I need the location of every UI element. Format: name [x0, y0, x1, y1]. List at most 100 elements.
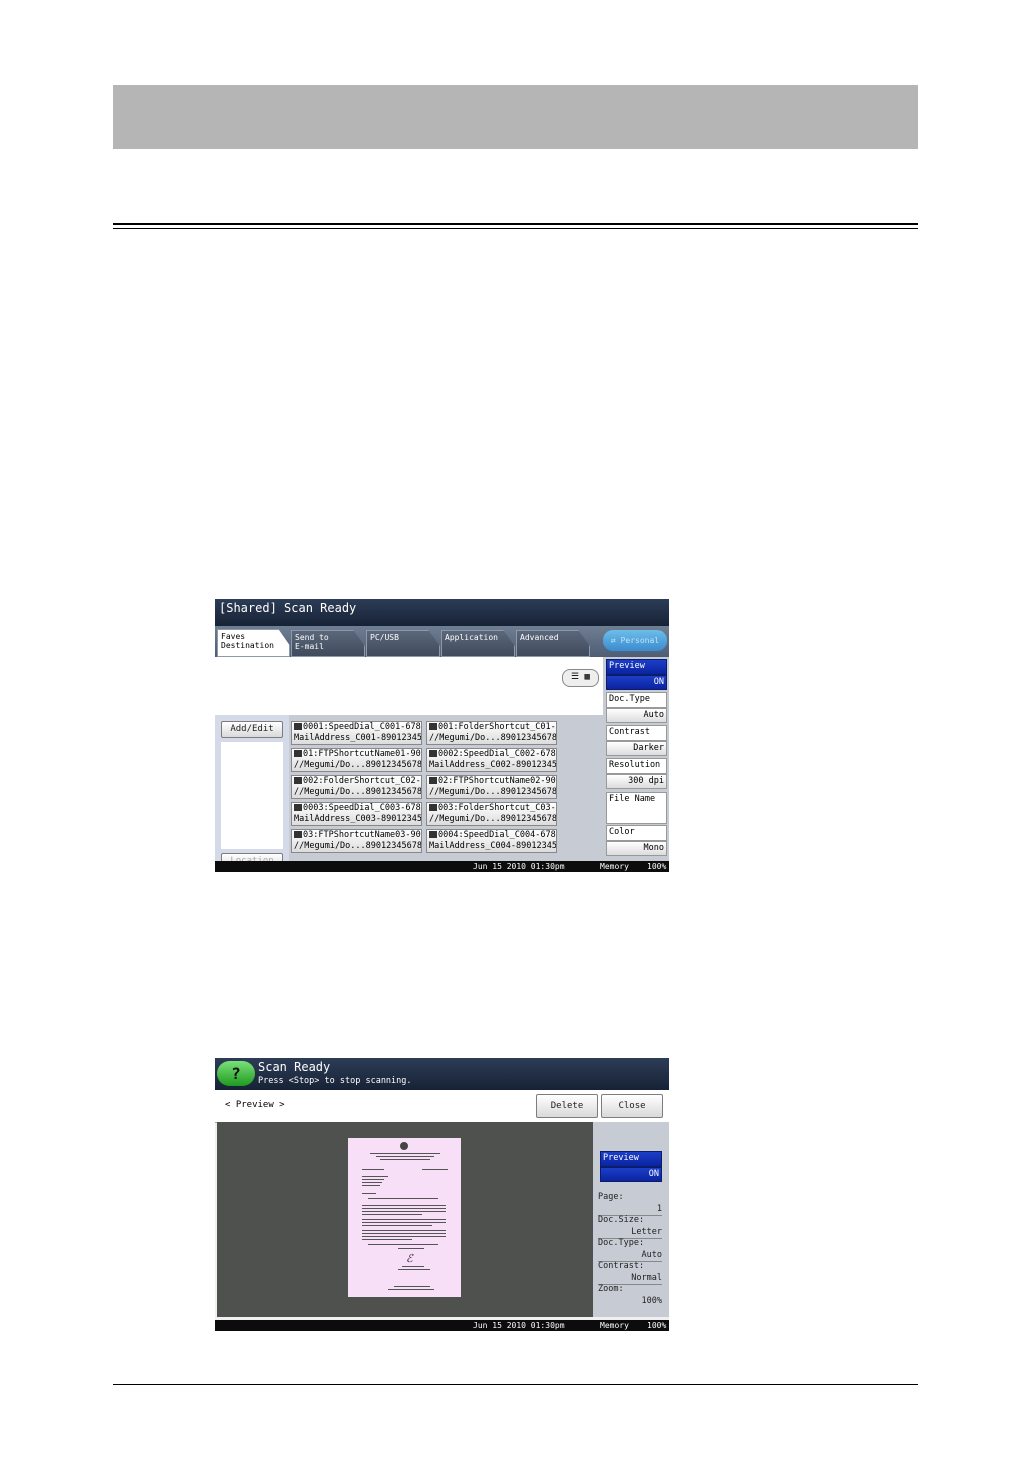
status-datetime: Jun 15 2010 01:30pm [473, 862, 565, 871]
preview-info-panel: Preview ON Page: 1 Doc.Size: Letter Doc.… [593, 1122, 669, 1317]
destination-address: //Megumi/Do...89012345678 [294, 760, 422, 770]
switch-arrows-icon: ⇄ [610, 636, 616, 645]
destination-item[interactable]: 003:FolderShortcut_C03-//Megumi/Do...890… [426, 802, 557, 826]
preview-setting-value[interactable]: ON [606, 675, 667, 690]
selected-destinations-box [221, 742, 283, 849]
destination-address: //Megumi/Do...89012345678 [294, 787, 422, 797]
screen-title: Scan Ready [258, 1060, 331, 1074]
delete-button[interactable]: Delete [536, 1094, 598, 1118]
scanned-page-thumbnail: ℰ [348, 1138, 461, 1297]
email-icon [429, 750, 437, 757]
destination-item[interactable]: 001:FolderShortcut_C01-//Megumi/Do...890… [426, 721, 557, 745]
memory-label: Memory [600, 1321, 629, 1330]
close-button[interactable]: Close [601, 1094, 663, 1118]
destination-name: 02:FTPShortcutName02-90 [438, 776, 556, 786]
destination-name: 0004:SpeedDial_C004-678 [438, 830, 556, 840]
tab-bar: Faves Destination Send to E-mail PC/USB … [215, 626, 669, 657]
destination-name: 03:FTPShortcutName03-90 [303, 830, 421, 840]
tab-advanced[interactable]: Advanced [516, 630, 590, 657]
contrast-setting-label[interactable]: Contrast [606, 725, 667, 741]
doc-size-value: Letter [631, 1227, 662, 1237]
section-divider [113, 223, 918, 225]
resolution-setting-value[interactable]: 300 dpi [606, 774, 667, 789]
destination-item[interactable]: 01:FTPShortcutName01-90//Megumi/Do...890… [291, 748, 422, 772]
folder-icon [429, 723, 437, 730]
contrast-value: Normal [631, 1273, 662, 1283]
preview-header: < Preview > Delete Close [215, 1090, 669, 1123]
destination-name: 0003:SpeedDial_C003-678 [303, 803, 421, 813]
status-bar: Jun 15 2010 01:30pm Memory 100% [215, 1320, 669, 1331]
preview-setting-label[interactable]: Preview [606, 659, 667, 675]
chapter-header-band [113, 85, 918, 149]
list-view-icon[interactable]: ☰ [571, 672, 579, 682]
folder-icon [429, 804, 437, 811]
zoom-value: 100% [641, 1296, 662, 1306]
doc-type-setting-label[interactable]: Doc.Type [606, 692, 667, 708]
memory-value: 100% [647, 862, 667, 871]
resolution-setting-label[interactable]: Resolution [606, 758, 667, 774]
contrast-setting-value[interactable]: Darker [606, 741, 667, 756]
email-icon [294, 804, 302, 811]
destination-item[interactable]: 0003:SpeedDial_C003-678 MailAddress_C003-… [291, 802, 422, 826]
destination-address: //Megumi/Do...89012345678 [429, 787, 557, 797]
help-button[interactable]: ? [217, 1061, 255, 1086]
screen-subtitle: Press <Stop> to stop scanning. [258, 1076, 412, 1086]
destination-name: 003:FolderShortcut_C03- [438, 803, 556, 813]
doc-size-label: Doc.Size: [598, 1215, 645, 1225]
destination-item[interactable]: 0002:SpeedDial_C002-678 MailAddress_C002-… [426, 748, 557, 772]
doc-type-value: Auto [641, 1250, 662, 1260]
view-toggle[interactable]: ☰ ▦ [562, 669, 599, 687]
preview-toggle-value[interactable]: ON [600, 1167, 662, 1182]
destination-item[interactable]: 0004:SpeedDial_C004-678 MailAddress_C004-… [426, 829, 557, 853]
ftp-icon [429, 777, 437, 784]
screen-title: [Shared] Scan Ready [215, 599, 669, 626]
destination-name: 001:FolderShortcut_C01- [438, 722, 556, 732]
grid-view-icon[interactable]: ▦ [585, 672, 590, 682]
page-value: 1 [656, 1204, 662, 1214]
preview-viewport[interactable]: ℰ [217, 1122, 593, 1317]
letterhead-seal [400, 1142, 408, 1150]
folder-icon [294, 777, 302, 784]
left-panel: Add/Edit Location [215, 715, 289, 872]
ftp-icon [294, 750, 302, 757]
doc-type-setting-value[interactable]: Auto [606, 708, 667, 723]
settings-panel: Preview ON Doc.Type Auto Contrast Darker… [603, 657, 669, 861]
file-name-setting[interactable]: File Name [606, 792, 667, 824]
destination-input-area[interactable]: ☰ ▦ [215, 657, 603, 715]
tab-pc-usb[interactable]: PC/USB [366, 630, 440, 657]
page-label: Page: [598, 1192, 624, 1202]
destination-item[interactable]: 002:FolderShortcut_C02-//Megumi/Do...890… [291, 775, 422, 799]
destination-item[interactable]: 0001:SpeedDial_C001-678 MailAddress_C001-… [291, 721, 422, 745]
color-setting-value[interactable]: Mono [606, 841, 667, 856]
destination-address: //Megumi/Do...89012345678 [429, 733, 557, 743]
scan-destination-screen: [Shared] Scan Ready Faves Destination Se… [215, 599, 669, 872]
personal-button[interactable]: ⇄ Personal [603, 630, 667, 651]
destination-address: MailAddress_C004-89012345 [429, 841, 557, 851]
email-icon [294, 723, 302, 730]
add-edit-button[interactable]: Add/Edit [221, 721, 283, 738]
personal-label: Personal [620, 636, 660, 645]
destination-item[interactable]: 02:FTPShortcutName02-90//Megumi/Do...890… [426, 775, 557, 799]
memory-value: 100% [647, 1321, 667, 1330]
ftp-icon [294, 831, 302, 838]
memory-label: Memory [600, 862, 629, 871]
destination-list: 0001:SpeedDial_C001-678 MailAddress_C001-… [289, 715, 603, 872]
destination-name: 002:FolderShortcut_C02- [303, 776, 421, 786]
destination-address: //Megumi/Do...89012345678 [294, 841, 422, 851]
contrast-label: Contrast: [598, 1261, 645, 1271]
status-bar: Jun 15 2010 01:30pm Memory 100% [215, 861, 669, 872]
doc-type-label: Doc.Type: [598, 1238, 645, 1248]
title-bar: ? Scan Ready Press <Stop> to stop scanni… [215, 1058, 669, 1090]
zoom-label: Zoom: [598, 1284, 624, 1294]
color-setting-label[interactable]: Color [606, 825, 667, 841]
preview-toggle-label[interactable]: Preview [600, 1151, 662, 1167]
signature-mark: ℰ [406, 1252, 413, 1265]
tab-application[interactable]: Application [441, 630, 515, 657]
footer-divider [113, 1384, 918, 1385]
scan-preview-screen: ? Scan Ready Press <Stop> to stop scanni… [215, 1058, 669, 1331]
destination-item[interactable]: 03:FTPShortcutName03-90//Megumi/Do...890… [291, 829, 422, 853]
email-icon [429, 831, 437, 838]
tab-faves-destination[interactable]: Faves Destination [217, 629, 290, 657]
destination-name: 0002:SpeedDial_C002-678 [438, 749, 556, 759]
tab-send-to-email[interactable]: Send to E-mail [291, 630, 365, 657]
